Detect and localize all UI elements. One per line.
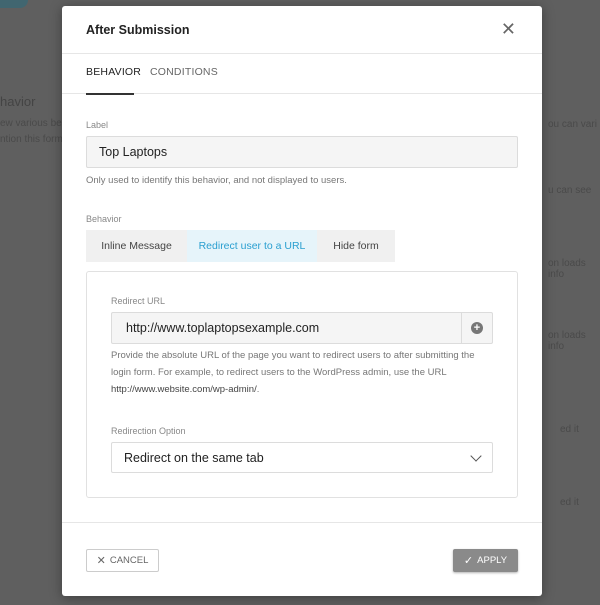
redirect-help-line-1: Provide the absolute URL of the page you… xyxy=(111,350,475,361)
after-submission-modal: After Submission ✕ BEHAVIOR CONDITIONS L… xyxy=(62,6,542,596)
behavior-option-hide-form[interactable]: Hide form xyxy=(317,230,395,262)
background-text: ntion this form xyxy=(0,134,63,145)
modal-header: After Submission ✕ xyxy=(62,6,542,54)
label-field-label: Label xyxy=(86,120,109,130)
modal-title: After Submission xyxy=(86,23,190,37)
redirect-url-input[interactable]: http://www.toplaptopsexample.com + xyxy=(111,312,493,344)
example-url: http://www.website.com/wp-admin/ xyxy=(111,384,257,395)
apply-label: APPLY xyxy=(477,555,508,566)
redirect-help-line-3: http://www.website.com/wp-admin/. xyxy=(111,381,501,398)
redirection-option-select[interactable]: Redirect on the same tab xyxy=(111,442,493,473)
chevron-down-icon xyxy=(470,450,482,462)
background-text: ed it xyxy=(560,497,579,508)
redirect-help-line-2: login form. For example, to redirect use… xyxy=(111,367,447,378)
help-period: . xyxy=(256,384,260,395)
tab-conditions[interactable]: CONDITIONS xyxy=(150,66,218,78)
behavior-option-redirect[interactable]: Redirect user to a URL xyxy=(187,230,317,262)
redirection-option-value: Redirect on the same tab xyxy=(124,451,264,465)
behavior-label: Behavior xyxy=(86,214,122,224)
close-icon: ✕ xyxy=(96,555,106,567)
background-text: ou can vari xyxy=(548,119,597,130)
background-heading: havior xyxy=(0,94,36,109)
background-text: ed it xyxy=(560,424,579,435)
cancel-button[interactable]: ✕ CANCEL xyxy=(86,549,159,572)
modal-footer-divider xyxy=(62,522,542,523)
redirect-help-text: Provide the absolute URL of the page you… xyxy=(111,347,501,398)
tab-behavior[interactable]: BEHAVIOR xyxy=(86,66,141,78)
check-icon: ✓ xyxy=(463,555,474,567)
background-logo xyxy=(0,0,28,8)
label-input-value: Top Laptops xyxy=(99,145,168,159)
background-text: on loads info xyxy=(548,258,586,280)
tab-bar: BEHAVIOR CONDITIONS xyxy=(62,54,542,94)
behavior-option-inline-message[interactable]: Inline Message xyxy=(86,230,187,262)
label-help-text: Only used to identify this behavior, and… xyxy=(86,175,347,186)
apply-button[interactable]: ✓ APPLY xyxy=(453,549,518,572)
redirect-url-label: Redirect URL xyxy=(111,296,166,306)
close-icon[interactable]: ✕ xyxy=(501,19,516,39)
insert-field-button[interactable]: + xyxy=(461,313,492,343)
active-tab-indicator xyxy=(86,93,134,95)
label-input[interactable]: Top Laptops xyxy=(86,136,518,168)
redirect-url-value: http://www.toplaptopsexample.com xyxy=(126,321,320,335)
plus-circle-icon: + xyxy=(471,322,483,334)
background-text: u can see xyxy=(548,185,592,196)
redirection-option-label: Redirection Option xyxy=(111,426,186,436)
cancel-label: CANCEL xyxy=(109,555,149,566)
background-text: on loads info xyxy=(548,330,586,352)
